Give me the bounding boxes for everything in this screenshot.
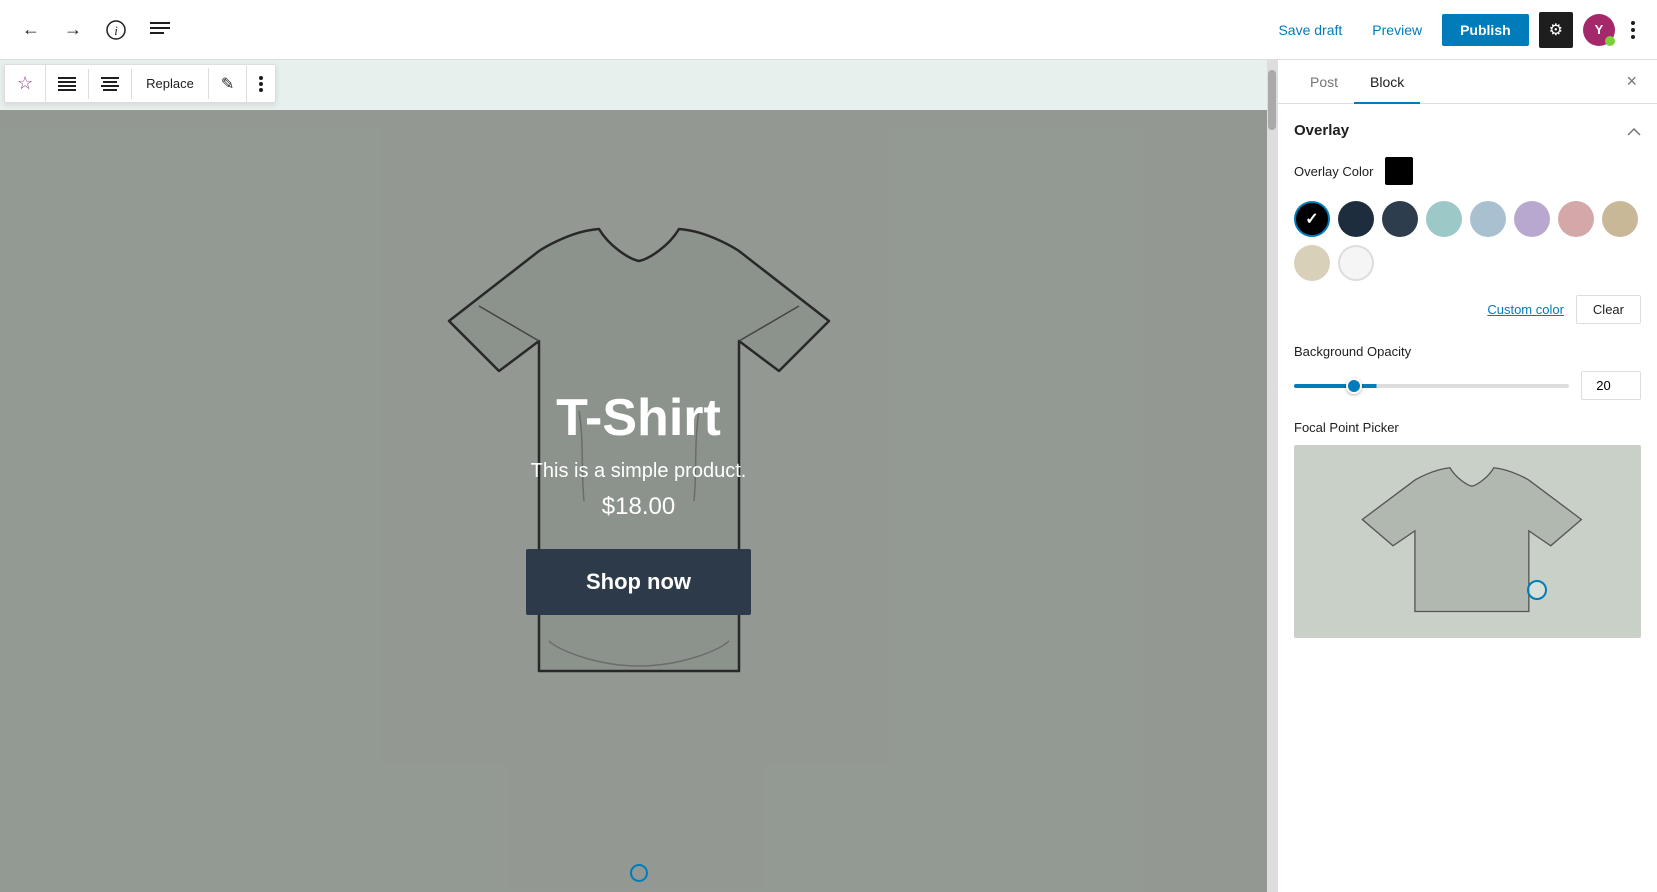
back-button[interactable]: ← [16, 13, 46, 46]
clear-button[interactable]: Clear [1576, 295, 1641, 324]
panel-content: Overlay Overlay Color ✓ Custom color Cle… [1278, 104, 1657, 892]
focal-point-section: Focal Point Picker [1294, 420, 1641, 638]
edit-button[interactable]: ✎ [209, 66, 247, 102]
tab-post[interactable]: Post [1294, 60, 1354, 104]
align-left-icon [58, 77, 76, 91]
right-panel: Post Block × Overlay Overlay Color [1277, 60, 1657, 892]
panel-close-button[interactable]: × [1622, 67, 1641, 96]
more-options-button[interactable] [1625, 15, 1641, 45]
color-swatch-tan[interactable] [1602, 201, 1638, 237]
overlay-color-selected-swatch[interactable] [1385, 157, 1413, 185]
color-actions: Custom color Clear [1294, 295, 1641, 324]
swatch-check: ✓ [1305, 209, 1318, 229]
focal-point-dot[interactable] [1527, 580, 1547, 600]
settings-icon: ⚙ [1549, 20, 1563, 40]
publish-button[interactable]: Publish [1442, 14, 1529, 46]
overlay-toggle-button[interactable] [1627, 120, 1641, 141]
canvas-area: ☆ Replace [0, 60, 1277, 892]
color-swatch-white[interactable] [1338, 245, 1374, 281]
info-icon: i [106, 20, 126, 40]
overlay-color-row: Overlay Color [1294, 157, 1641, 185]
opacity-slider[interactable] [1294, 384, 1569, 388]
top-bar: ← → i Save draft Preview Publish ⚙ Y [0, 0, 1657, 60]
opacity-input[interactable]: 20 [1581, 371, 1641, 400]
focal-point-tshirt [1294, 445, 1641, 638]
save-draft-button[interactable]: Save draft [1268, 16, 1352, 44]
main-layout: ☆ Replace [0, 60, 1657, 892]
canvas-scrollbar[interactable] [1267, 60, 1277, 892]
color-swatch-cream[interactable] [1294, 245, 1330, 281]
svg-text:i: i [114, 23, 118, 38]
focal-point-label: Focal Point Picker [1294, 420, 1641, 435]
info-button[interactable]: i [100, 14, 132, 46]
top-bar-right: Save draft Preview Publish ⚙ Y [1268, 12, 1641, 48]
custom-color-button[interactable]: Custom color [1487, 302, 1564, 317]
color-swatch-mint[interactable] [1426, 201, 1462, 237]
align-center-icon [101, 77, 119, 91]
product-cover-block: T-Shirt This is a simple product. $18.00… [0, 110, 1277, 892]
forward-button[interactable]: → [58, 13, 88, 46]
overlay-section-header: Overlay [1294, 120, 1641, 141]
panel-tabs: Post Block × [1278, 60, 1657, 104]
settings-button[interactable]: ⚙ [1539, 12, 1573, 48]
tab-block[interactable]: Block [1354, 60, 1420, 104]
overlay-section-title: Overlay [1294, 122, 1349, 139]
background-opacity-section: Background Opacity 20 [1294, 344, 1641, 400]
yoast-status-dot [1605, 36, 1615, 46]
color-swatch-lavender[interactable] [1514, 201, 1550, 237]
shop-now-button[interactable]: Shop now [526, 549, 751, 615]
star-icon: ☆ [17, 73, 33, 94]
block-more-icon [259, 76, 263, 92]
color-swatch-blush[interactable] [1558, 201, 1594, 237]
color-swatch-light-blue[interactable] [1470, 201, 1506, 237]
block-more-button[interactable] [247, 68, 275, 100]
scroll-indicator [630, 864, 648, 882]
overlay-color-label: Overlay Color [1294, 164, 1373, 179]
preview-button[interactable]: Preview [1362, 16, 1432, 44]
canvas-scroll-thumb [1268, 70, 1276, 130]
product-content: T-Shirt This is a simple product. $18.00… [526, 388, 751, 615]
top-bar-left: ← → i [16, 13, 176, 46]
pencil-icon: ✎ [221, 74, 234, 94]
product-title: T-Shirt [526, 388, 751, 448]
product-price: $18.00 [526, 493, 751, 521]
background-opacity-label: Background Opacity [1294, 344, 1641, 359]
block-toolbar: ☆ Replace [4, 64, 276, 103]
product-description: This is a simple product. [526, 460, 751, 483]
align-center-button[interactable] [89, 69, 132, 99]
color-swatches-grid: ✓ [1294, 201, 1641, 281]
align-left-button[interactable] [46, 69, 89, 99]
replace-button[interactable]: Replace [132, 68, 209, 99]
focal-point-picker[interactable] [1294, 445, 1641, 638]
color-swatch-black[interactable]: ✓ [1294, 201, 1330, 237]
chevron-up-icon [1627, 128, 1641, 136]
color-swatch-dark-navy[interactable] [1338, 201, 1374, 237]
more-icon [1631, 21, 1635, 39]
yoast-icon[interactable]: Y [1583, 14, 1615, 46]
color-swatch-slate[interactable] [1382, 201, 1418, 237]
menu-button[interactable] [144, 16, 176, 44]
favorite-button[interactable]: ☆ [5, 65, 46, 102]
replace-label: Replace [146, 76, 194, 91]
menu-icon [150, 22, 170, 38]
yoast-letter: Y [1595, 22, 1604, 37]
opacity-row: 20 [1294, 371, 1641, 400]
